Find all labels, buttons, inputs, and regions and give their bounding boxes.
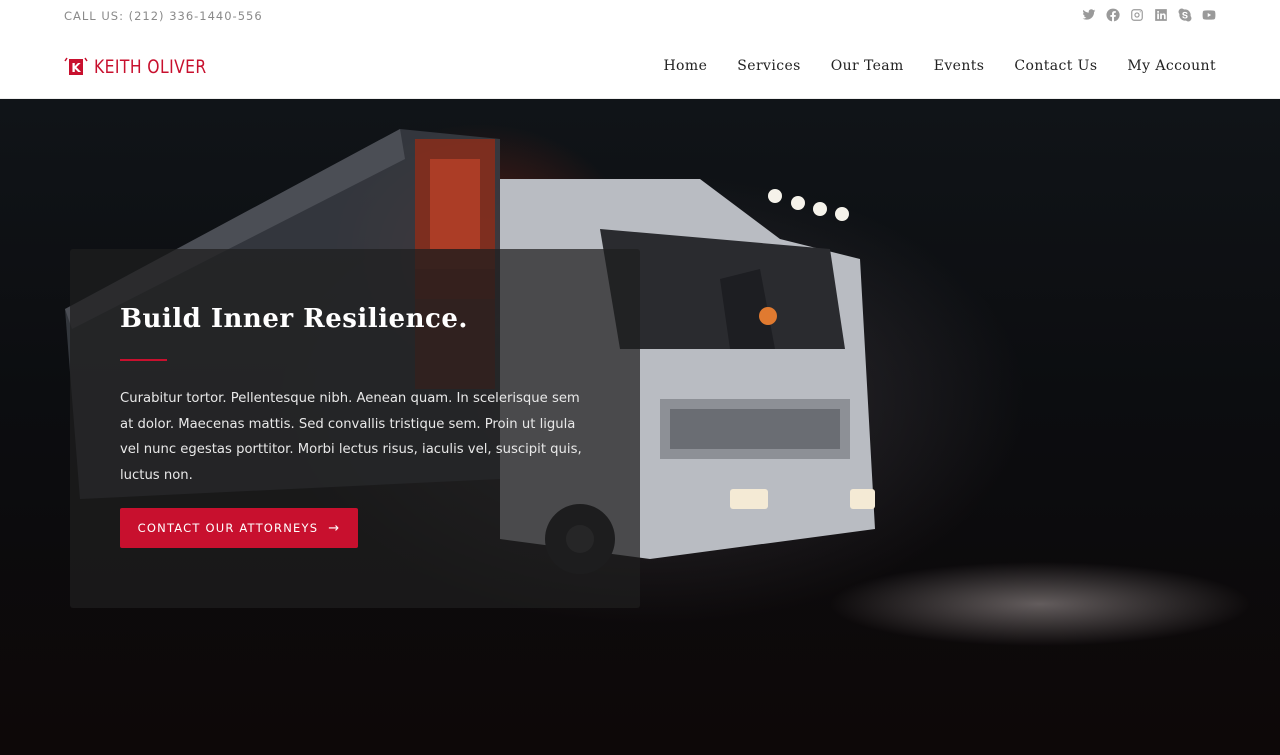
nav-contact-us[interactable]: Contact Us (1014, 58, 1097, 74)
hero-card: Build Inner Resilience. Curabitur tortor… (70, 249, 640, 608)
contact-attorneys-button[interactable]: CONTACT OUR ATTORNEYS → (120, 508, 358, 548)
top-bar: CALL US: (212) 336-1440-556 (0, 0, 1280, 34)
nav-home[interactable]: Home (663, 58, 707, 74)
hero-section: Build Inner Resilience. Curabitur tortor… (0, 99, 1280, 755)
nav-events[interactable]: Events (934, 58, 985, 74)
logo-mark-icon: K (64, 57, 88, 77)
twitter-icon[interactable] (1082, 8, 1096, 22)
nav-services[interactable]: Services (737, 58, 800, 74)
facebook-icon[interactable] (1106, 8, 1120, 22)
skype-icon[interactable] (1178, 8, 1192, 22)
logo-text: KEITH OLIVER (94, 56, 207, 78)
nav-my-account[interactable]: My Account (1127, 58, 1216, 74)
main-nav: Home Services Our Team Events Contact Us… (663, 58, 1216, 74)
hero-title: Build Inner Resilience. (120, 304, 468, 334)
arrow-right-icon: → (328, 520, 341, 536)
title-divider (120, 359, 167, 361)
cta-label: CONTACT OUR ATTORNEYS (137, 521, 319, 535)
phone-text: CALL US: (212) 336-1440-556 (64, 9, 263, 23)
nav-our-team[interactable]: Our Team (831, 58, 904, 74)
site-logo[interactable]: K KEITH OLIVER (64, 56, 231, 78)
instagram-icon[interactable] (1130, 8, 1144, 22)
hero-body-text: Curabitur tortor. Pellentesque nibh. Aen… (120, 391, 582, 483)
youtube-icon[interactable] (1202, 8, 1216, 22)
linkedin-icon[interactable] (1154, 8, 1168, 22)
svg-text:K: K (71, 61, 81, 75)
social-links (1082, 8, 1216, 22)
site-header: K KEITH OLIVER Home Services Our Team Ev… (0, 34, 1280, 99)
